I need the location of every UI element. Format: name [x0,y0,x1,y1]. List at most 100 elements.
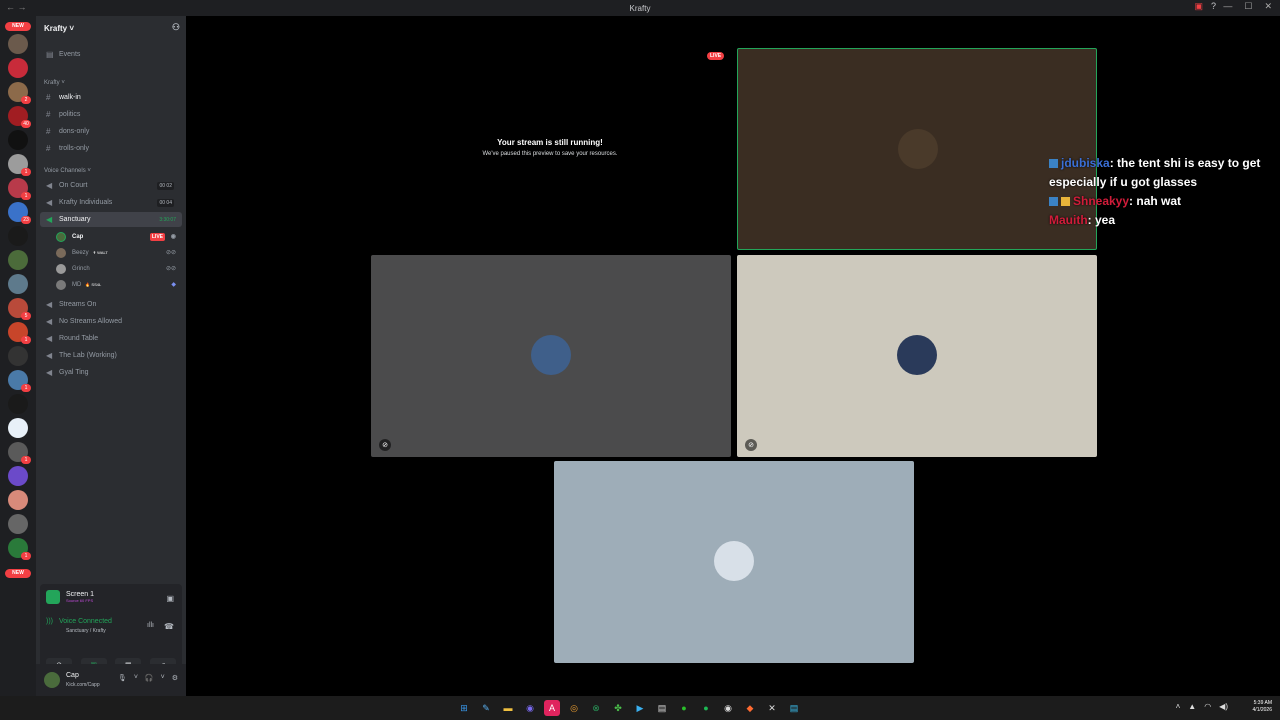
app-icon[interactable]: ◆ [742,700,758,716]
verified-icon [1049,159,1058,169]
voice-channel-on-court[interactable]: ◀ On Court 00 02 [40,178,182,193]
voice-channel-krafty-individuals[interactable]: ◀ Krafty Individuals 00 04 [40,195,182,210]
channel-trolls-only[interactable]: # trolls-only [40,141,182,156]
notepad-icon[interactable]: ▤ [786,700,802,716]
stream-source-row[interactable]: Screen 1 Source 60 FPS [46,590,94,604]
kick-icon[interactable]: ● [676,700,692,716]
close-button[interactable]: ✕ [1264,1,1272,12]
voice-channel-streams-on[interactable]: ◀ Streams On [40,297,182,312]
category-krafty[interactable]: Krafty ˅ [44,80,65,86]
voice-location[interactable]: Sanctuary / Krafty [66,628,106,634]
server-name-header[interactable]: Krafty ˅ ⚇ [36,16,186,40]
avatar[interactable] [44,672,60,688]
server-icon[interactable]: 5 [8,298,31,320]
spotify-icon[interactable]: ● [698,700,714,716]
headphones-icon[interactable]: 🎧 [145,674,154,682]
chevron-down-icon[interactable]: ˅ [161,674,165,682]
voice-channel-the-lab[interactable]: ◀ The Lab (Working) [40,348,182,363]
video-tile-user[interactable]: ⊘ [737,255,1097,457]
server-icon[interactable]: 2 [8,82,31,104]
start-icon[interactable]: ⊞ [456,700,472,716]
chrome-icon[interactable]: ◎ [566,700,582,716]
server-icon[interactable] [8,394,28,414]
server-icon[interactable] [8,274,28,294]
video-tile-speaking[interactable] [737,48,1097,250]
server-icon[interactable]: 1 [8,538,31,560]
hash-icon: # [46,93,51,102]
maximize-button[interactable]: ☐ [1244,1,1252,12]
adobe-icon[interactable]: A [544,700,560,716]
title-bar: ← → Krafty ▣ ? — ☐ ✕ [0,0,1280,16]
avatar [531,335,571,375]
network-icon[interactable]: ▲ [1188,702,1196,711]
voice-channel-sanctuary[interactable]: ◀ Sanctuary 3:30:07 [40,212,182,227]
server-icon[interactable] [8,418,28,438]
app-icon[interactable]: ✤ [610,700,626,716]
category-voice-channels[interactable]: Voice Channels ˅ [44,168,91,174]
speaker-icon: ◀ [46,351,53,360]
video-tile-user[interactable]: ⊘ [371,255,731,457]
server-icon[interactable]: 1 [8,442,31,464]
voice-user-md[interactable]: MD 🔥 SS4L ◆ [56,277,182,292]
disconnect-icon[interactable]: ☎ [164,622,174,631]
voice-user-grinch[interactable]: Grinch ⊘⊘ [56,261,182,276]
server-icon[interactable] [8,58,28,78]
voice-channel-gyal-ting[interactable]: ◀ Gyal Ting [40,365,182,380]
folder-icon[interactable]: ▬ [500,700,516,716]
server-icon[interactable] [8,490,28,510]
server-icon[interactable]: 1 [8,370,31,392]
hash-icon: # [46,127,51,136]
voice-connected-status[interactable]: ))) Voice Connected [46,618,112,625]
channel-politics[interactable]: # politics [40,107,182,122]
chat-message: jdubiska: the tent shi is easy to get es… [1049,156,1261,189]
pen-icon[interactable]: ✎ [478,700,494,716]
server-icon[interactable] [8,466,28,486]
x-icon[interactable]: ✕ [764,700,780,716]
system-clock[interactable]: 5:39 AM 4/1/2026 [1253,700,1272,714]
help-icon[interactable]: ? [1211,1,1216,12]
volume-icon[interactable]: ◀) [1219,702,1228,711]
inbox-icon[interactable]: ▣ [1194,1,1203,12]
minimize-button[interactable]: — [1223,1,1232,12]
channel-dons-only[interactable]: # dons-only [40,124,182,139]
server-icon[interactable]: 1 [8,154,31,176]
events-item[interactable]: ▤ Events [40,47,182,62]
voice-user-cap[interactable]: Cap LIVE ◉ [56,229,182,244]
obs-icon[interactable]: ◉ [720,700,736,716]
server-icon[interactable]: 1 [8,322,31,344]
muted-corner-icon: ⊘ [379,439,391,451]
voice-user-beezy[interactable]: Beezy ✝ WALT ⊘⊘ [56,245,182,260]
app-icon[interactable]: ▶ [632,700,648,716]
server-icon[interactable] [8,250,28,270]
server-icon[interactable] [8,346,28,366]
video-tile-user[interactable] [554,461,914,663]
taskbar-apps: ⊞ ✎ ▬ ◉ A ◎ ⊗ ✤ ▶ ▤ ● ● ◉ ◆ ✕ ▤ [456,700,802,716]
voice-channel-no-streams-allowed[interactable]: ◀ No Streams Allowed [40,314,182,329]
gear-icon[interactable]: ⚙ [172,674,178,682]
channel-walk-in[interactable]: # walk-in [40,90,182,105]
server-icon[interactable]: 23 [8,202,31,224]
chevron-down-icon[interactable]: ˅ [134,674,138,682]
server-icon[interactable] [8,514,28,534]
server-icon[interactable]: 40 [8,106,31,128]
chat-overlay: jdubiska: the tent shi is easy to get es… [1049,154,1280,230]
avatar [714,541,754,581]
add-member-icon[interactable]: ⚇ [172,22,180,33]
terminal-icon[interactable]: ▤ [654,700,670,716]
server-icon[interactable]: 1 [8,178,31,200]
stop-stream-icon[interactable]: ▣ [166,594,174,603]
server-icon[interactable] [8,130,28,150]
wifi-icon[interactable]: ◠ [1204,702,1211,711]
server-icon[interactable] [8,226,28,246]
noise-suppression-icon[interactable]: ıllı [147,622,154,629]
chevron-up-icon[interactable]: ˄ [1176,702,1181,711]
discord-icon[interactable]: ◉ [522,700,538,716]
avatar [56,279,66,290]
microphone-icon[interactable]: 🎙 [118,674,127,682]
back-forward-icons[interactable]: ← → [6,2,27,12]
xbox-icon[interactable]: ⊗ [588,700,604,716]
server-icon[interactable] [8,34,28,54]
speaker-icon: ◀ [46,300,53,309]
controller-icon: ◆ [171,282,176,288]
voice-channel-round-table[interactable]: ◀ Round Table [40,331,182,346]
